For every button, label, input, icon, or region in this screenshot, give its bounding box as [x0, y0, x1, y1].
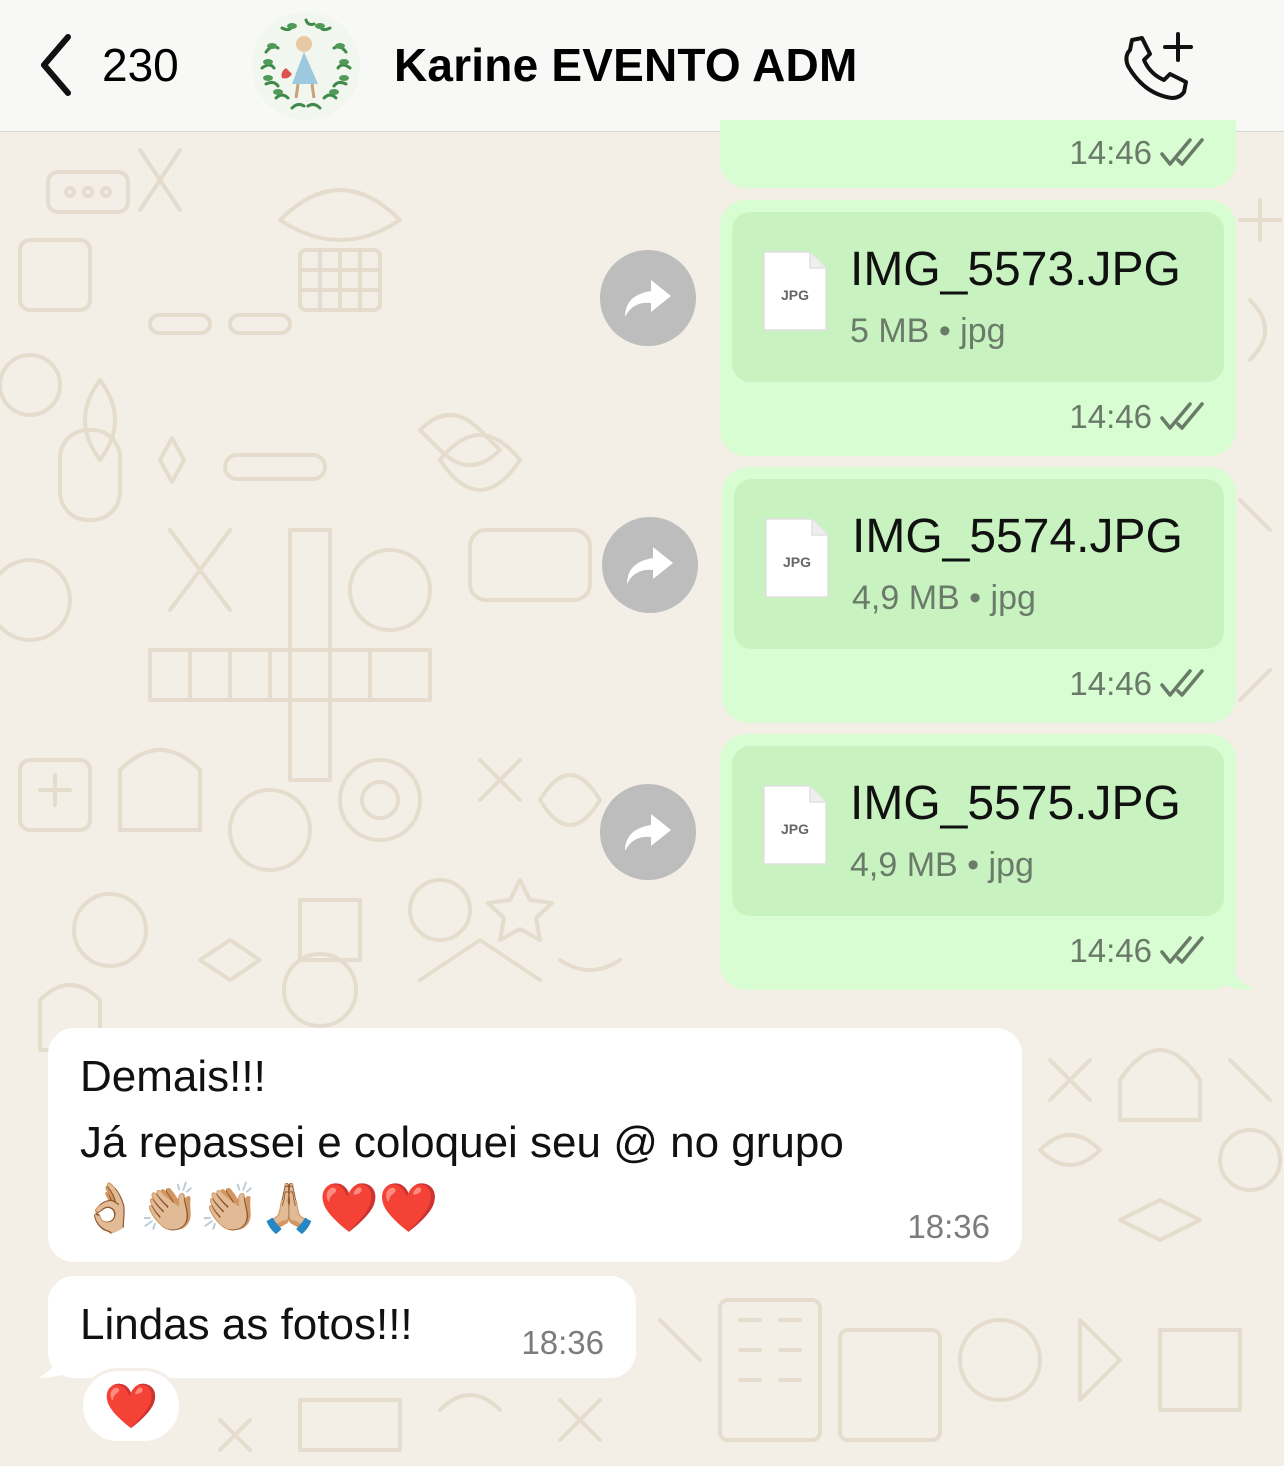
forward-button[interactable]	[600, 250, 696, 346]
incoming-message[interactable]: Demais!!! Já repassei e coloquei seu @ n…	[48, 1028, 1022, 1262]
separator: •	[938, 312, 951, 350]
outgoing-file-message[interactable]: JPG IMG_5574.JPG 4,9 MB • jpg 14:46	[722, 467, 1236, 723]
message-time: 18:36	[907, 1208, 990, 1245]
emoji-line: 👌🏼👏🏼👏🏼🙏🏼❤️❤️	[80, 1182, 439, 1235]
forward-button[interactable]	[600, 784, 696, 880]
file-ext: jpg	[988, 846, 1034, 884]
incoming-message[interactable]: Lindas as fotos!!! 18:36	[48, 1276, 636, 1378]
phone-add-icon	[1124, 32, 1193, 100]
bubble-tail	[38, 1340, 68, 1378]
message-line: Já repassei e coloquei seu @ no grupo	[80, 1118, 844, 1167]
double-check-icon	[1160, 402, 1204, 430]
file-type-label: JPG	[781, 821, 809, 837]
outgoing-file-message[interactable]: JPG IMG_5573.JPG 5 MB • jpg 14:46	[720, 200, 1236, 456]
file-meta: 5 MB • jpg	[850, 312, 1006, 351]
jpg-file-icon: JPG	[763, 785, 827, 865]
file-card[interactable]: JPG IMG_5574.JPG 4,9 MB • jpg	[734, 479, 1224, 649]
file-name: IMG_5575.JPG	[850, 777, 1181, 830]
separator: •	[967, 846, 980, 884]
file-card[interactable]: JPG IMG_5573.JPG 5 MB • jpg	[732, 212, 1224, 382]
message-time: 14:46	[1069, 398, 1206, 436]
forward-arrow-icon	[625, 814, 671, 851]
jpg-file-icon: JPG	[763, 251, 827, 331]
contact-name[interactable]: Karine EVENTO ADM	[394, 38, 858, 92]
back-button[interactable]: 230	[36, 32, 179, 98]
forward-arrow-icon	[625, 280, 671, 317]
bubble-tail	[1224, 952, 1254, 990]
message-time: 14:46	[1069, 134, 1206, 172]
outgoing-file-message[interactable]: JPG IMG_5575.JPG 4,9 MB • jpg 14:46	[720, 734, 1236, 990]
message-line: Demais!!!	[80, 1052, 266, 1101]
file-meta: 4,9 MB • jpg	[850, 846, 1034, 885]
time-text: 14:46	[1069, 398, 1152, 435]
separator: •	[969, 579, 982, 617]
forward-arrow-icon	[627, 547, 673, 584]
avatar-illustration	[252, 12, 360, 120]
file-meta: 4,9 MB • jpg	[852, 579, 1036, 618]
chevron-left-icon	[41, 34, 71, 96]
reaction-badge[interactable]: ❤️	[80, 1368, 182, 1444]
forward-button[interactable]	[602, 517, 698, 613]
file-ext: jpg	[990, 579, 1036, 617]
add-call-button[interactable]	[1118, 30, 1194, 100]
file-size: 4,9 MB	[852, 579, 960, 617]
double-check-icon	[1160, 669, 1204, 697]
file-ext: jpg	[960, 312, 1006, 350]
unread-count: 230	[102, 39, 179, 91]
file-type-label: JPG	[783, 554, 811, 570]
message-text: Lindas as fotos!!!	[80, 1300, 413, 1349]
message-time: 14:46	[1069, 665, 1206, 703]
time-text: 14:46	[1069, 665, 1152, 702]
avatar[interactable]	[252, 12, 360, 120]
message-time: 18:36	[521, 1324, 604, 1361]
time-text: 14:46	[1069, 932, 1152, 969]
jpg-file-icon: JPG	[765, 518, 829, 598]
file-name: IMG_5574.JPG	[852, 510, 1183, 563]
double-check-icon	[1160, 138, 1204, 166]
file-type-label: JPG	[781, 287, 809, 303]
file-card[interactable]: JPG IMG_5575.JPG 4,9 MB • jpg	[732, 746, 1224, 916]
outgoing-message[interactable]: 14:46	[720, 120, 1236, 188]
file-size: 4,9 MB	[850, 846, 958, 884]
heart-icon: ❤️	[103, 1382, 159, 1431]
message-time: 14:46	[1069, 932, 1206, 970]
time-text: 14:46	[1069, 134, 1152, 171]
chat-header: 230 Karine EVENTO ADM	[0, 0, 1284, 132]
file-size: 5 MB	[850, 312, 930, 350]
double-check-icon	[1160, 936, 1204, 964]
message-text: Demais!!! Já repassei e coloquei seu @ n…	[80, 1044, 844, 1242]
file-name: IMG_5573.JPG	[850, 243, 1181, 296]
